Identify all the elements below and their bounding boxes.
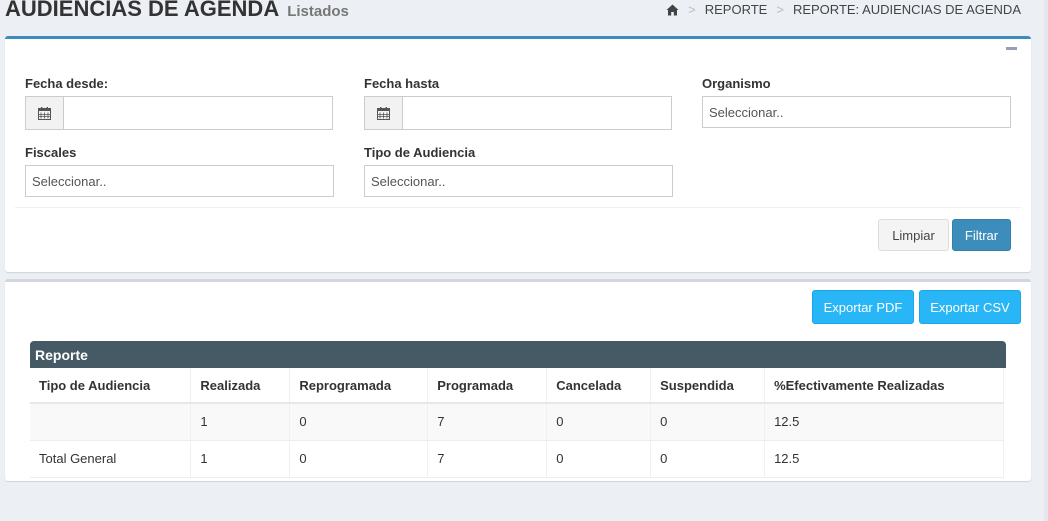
organismo-select[interactable]: Seleccionar.. bbox=[702, 96, 1011, 128]
filters-divider bbox=[15, 207, 1021, 208]
report-box: Exportar PDF Exportar CSV Reporte Tipo d… bbox=[5, 279, 1031, 481]
content-header: AUDIENCIAS DE AGENDA Listados > REPORTE >… bbox=[0, 0, 1048, 34]
table-cell: 7 bbox=[427, 403, 548, 441]
table-cell: 1 bbox=[190, 403, 291, 441]
table-cell: Total General bbox=[30, 440, 192, 478]
fecha-desde-label: Fecha desde: bbox=[25, 76, 109, 91]
table-cell: 0 bbox=[289, 440, 429, 478]
table-header-row: Tipo de Audiencia Realizada Reprogramada… bbox=[30, 368, 1004, 404]
fiscales-select[interactable]: Seleccionar.. bbox=[25, 165, 334, 197]
table-row: 1 0 7 0 0 12.5 bbox=[30, 403, 1004, 441]
filters-box: Fecha desde: Fecha hasta Organismo Selec… bbox=[5, 36, 1031, 272]
table-cell: 0 bbox=[650, 440, 766, 478]
fecha-hasta-group bbox=[364, 96, 672, 130]
page-subtitle: Listados bbox=[287, 3, 349, 20]
column-header: Reprogramada bbox=[289, 368, 429, 404]
page-title: AUDIENCIAS DE AGENDA Listados bbox=[5, 0, 349, 22]
column-header: Cancelada bbox=[546, 368, 652, 404]
table-cell: 0 bbox=[289, 403, 429, 441]
tipo-audiencia-select[interactable]: Seleccionar.. bbox=[364, 165, 673, 197]
breadcrumb-item-current: REPORTE: AUDIENCIAS DE AGENDA bbox=[792, 2, 1021, 17]
page-title-text: AUDIENCIAS DE AGENDA bbox=[5, 0, 280, 21]
table-cell: 0 bbox=[546, 440, 652, 478]
report-table: Tipo de Audiencia Realizada Reprogramada… bbox=[30, 368, 1004, 478]
fecha-hasta-input[interactable] bbox=[402, 96, 672, 130]
table-row-total: Total General 1 0 7 0 0 12.5 bbox=[30, 440, 1004, 478]
tipo-audiencia-label: Tipo de Audiencia bbox=[364, 145, 476, 160]
breadcrumb-item-reporte[interactable]: REPORTE bbox=[705, 2, 768, 17]
home-icon[interactable] bbox=[666, 4, 679, 16]
fecha-hasta-label: Fecha hasta bbox=[364, 76, 440, 91]
fiscales-label: Fiscales bbox=[25, 145, 77, 160]
calendar-icon[interactable] bbox=[364, 96, 402, 130]
table-cell: 0 bbox=[546, 403, 652, 441]
column-header: Realizada bbox=[190, 368, 291, 404]
report-title: Reporte bbox=[30, 341, 1006, 368]
calendar-icon[interactable] bbox=[25, 96, 63, 130]
organismo-label: Organismo bbox=[702, 76, 771, 91]
table-cell bbox=[30, 403, 192, 441]
breadcrumb-separator: > bbox=[776, 2, 784, 17]
breadcrumb-separator: > bbox=[688, 2, 696, 17]
page-scrollbar[interactable] bbox=[1044, 0, 1048, 521]
column-header: Suspendida bbox=[650, 368, 766, 404]
export-pdf-button[interactable]: Exportar PDF bbox=[812, 290, 914, 324]
column-header: Programada bbox=[427, 368, 548, 404]
filtrar-button[interactable]: Filtrar bbox=[952, 219, 1011, 251]
table-cell: 1 bbox=[190, 440, 291, 478]
fecha-desde-group bbox=[25, 96, 333, 130]
limpiar-button[interactable]: Limpiar bbox=[878, 219, 949, 251]
report-panel: Reporte Tipo de Audiencia Realizada Repr… bbox=[30, 341, 1006, 481]
table-cell: 12.5 bbox=[764, 440, 1004, 478]
fecha-desde-input[interactable] bbox=[63, 96, 333, 130]
collapse-icon[interactable] bbox=[1006, 47, 1017, 50]
export-csv-button[interactable]: Exportar CSV bbox=[919, 290, 1021, 324]
table-cell: 12.5 bbox=[764, 403, 1004, 441]
breadcrumb: > REPORTE > REPORTE: AUDIENCIAS DE AGEND… bbox=[666, 2, 1021, 17]
table-cell: 7 bbox=[427, 440, 548, 478]
column-header: Tipo de Audiencia bbox=[30, 368, 192, 404]
column-header: %Efectivamente Realizadas bbox=[764, 368, 1004, 404]
table-cell: 0 bbox=[650, 403, 766, 441]
